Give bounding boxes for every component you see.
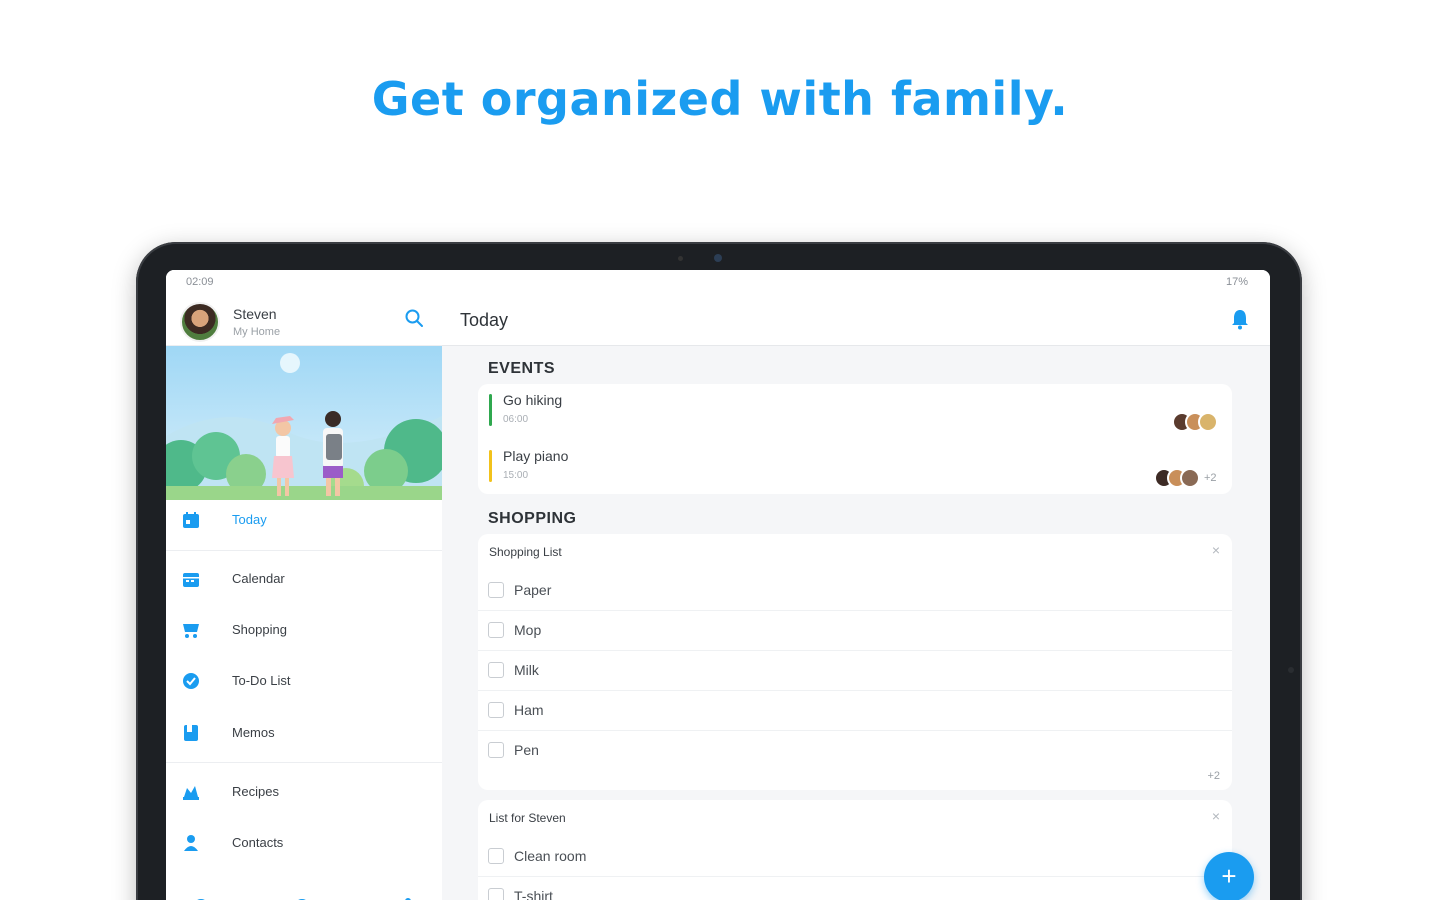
event-time: 06:00	[503, 414, 529, 425]
search-icon[interactable]	[404, 308, 424, 328]
item-label: Milk	[514, 662, 539, 678]
list-item: Paper	[478, 571, 1232, 611]
avatar	[1198, 412, 1218, 432]
item-label: Clean room	[514, 848, 587, 864]
profile-name: Steven	[233, 306, 277, 322]
sidebar-item-contacts[interactable]: Contacts	[166, 823, 442, 863]
more-participants-badge: +2	[1204, 472, 1217, 484]
item-checkbox[interactable]	[488, 582, 504, 598]
profile-header[interactable]: Steven My Home	[166, 294, 442, 346]
event-participants	[1172, 412, 1222, 432]
item-checkbox[interactable]	[488, 888, 504, 900]
close-icon[interactable]: ×	[1212, 808, 1220, 824]
more-items-count[interactable]: +2	[1207, 770, 1220, 782]
item-label: Ham	[514, 702, 544, 718]
bell-icon[interactable]	[1230, 308, 1250, 330]
page-title: Today	[460, 310, 509, 330]
sidebar-item-calendar[interactable]: Calendar	[166, 559, 442, 599]
events-section-title: EVENTS	[488, 360, 556, 377]
item-checkbox[interactable]	[488, 662, 504, 678]
sidebar-item-label: Recipes	[232, 784, 279, 799]
top-app-bar: Today	[442, 294, 1270, 346]
shopping-section-title: SHOPPING	[488, 510, 577, 527]
event-title: Play piano	[503, 448, 569, 464]
item-checkbox[interactable]	[488, 702, 504, 718]
sidebar-item-recipes[interactable]: Recipes	[166, 772, 442, 812]
status-battery: 17%	[1225, 276, 1248, 288]
event-time: 15:00	[503, 470, 529, 481]
item-label: Paper	[514, 582, 552, 598]
nav-divider	[166, 550, 442, 551]
sidebar-item-label: Shopping	[232, 622, 287, 637]
check-circle-icon	[183, 673, 199, 689]
add-fab-button[interactable]: +	[1204, 852, 1254, 900]
sidebar-item-today[interactable]: Today	[166, 500, 442, 540]
list-name: List for Steven	[489, 811, 566, 825]
list-item: Milk	[478, 651, 1232, 691]
family-illustration	[166, 346, 442, 500]
status-time: 02:09	[186, 276, 214, 288]
avatar	[1180, 468, 1200, 488]
nav-divider	[166, 762, 442, 763]
event-color-bar	[489, 394, 492, 426]
headline: Get organized with family.	[371, 72, 1069, 126]
status-bar: 02:09 17%	[166, 270, 1270, 294]
list-name: Shopping List	[489, 545, 562, 559]
sidebar-item-label: Memos	[232, 725, 275, 740]
item-label: Mop	[514, 622, 542, 638]
app-screen: 02:09 17% Steven My Home Today Calendar …	[166, 270, 1270, 900]
chef-hat-icon	[183, 786, 199, 800]
list-item: Clean room	[478, 837, 1232, 877]
calendar-today-icon	[183, 512, 199, 528]
item-checkbox[interactable]	[488, 848, 504, 864]
sidebar-item-label: To-Do List	[232, 673, 291, 688]
calendar-icon	[183, 573, 199, 587]
event-color-bar	[489, 450, 492, 482]
sidebar-banner-illustration	[166, 346, 442, 500]
list-item: T-shirt	[478, 877, 1232, 900]
event-title: Go hiking	[503, 392, 563, 408]
sidebar-item-todo[interactable]: To-Do List	[166, 661, 442, 701]
close-icon[interactable]: ×	[1212, 542, 1220, 558]
avatar[interactable]	[180, 302, 220, 342]
list-item: Mop	[478, 611, 1232, 651]
profile-home: My Home	[233, 326, 281, 338]
contacts-icon	[184, 835, 198, 851]
item-checkbox[interactable]	[488, 622, 504, 638]
shopping-list-card: Shopping List × Paper Mop Milk Ham Pen +…	[478, 534, 1232, 790]
event-item[interactable]: Play piano 15:00 +2	[478, 440, 1232, 496]
sidebar-item-label: Calendar	[232, 571, 285, 586]
tablet-frame: 02:09 17% Steven My Home Today Calendar …	[136, 242, 1302, 900]
cart-icon	[183, 624, 199, 638]
side-sensor	[1288, 667, 1294, 673]
list-item: Ham	[478, 691, 1232, 731]
front-camera	[714, 254, 722, 262]
sidebar: Steven My Home Today Calendar Shopping T…	[166, 294, 442, 900]
list-item: Pen	[478, 731, 1232, 771]
item-label: Pen	[514, 742, 539, 758]
events-card: Go hiking 06:00 Play piano 15:00 +2	[478, 384, 1232, 494]
memo-icon	[184, 725, 198, 741]
sidebar-item-shopping[interactable]: Shopping	[166, 610, 442, 650]
sidebar-item-label: Today	[232, 512, 267, 527]
item-label: T-shirt	[514, 888, 553, 900]
sidebar-item-memos[interactable]: Memos	[166, 713, 442, 753]
shopping-list-card: List for Steven × Clean room T-shirt	[478, 800, 1232, 900]
event-participants: +2	[1154, 468, 1224, 488]
sidebar-item-label: Contacts	[232, 835, 284, 850]
event-item[interactable]: Go hiking 06:00	[478, 384, 1232, 440]
item-checkbox[interactable]	[488, 742, 504, 758]
sensor-dot	[678, 256, 683, 261]
